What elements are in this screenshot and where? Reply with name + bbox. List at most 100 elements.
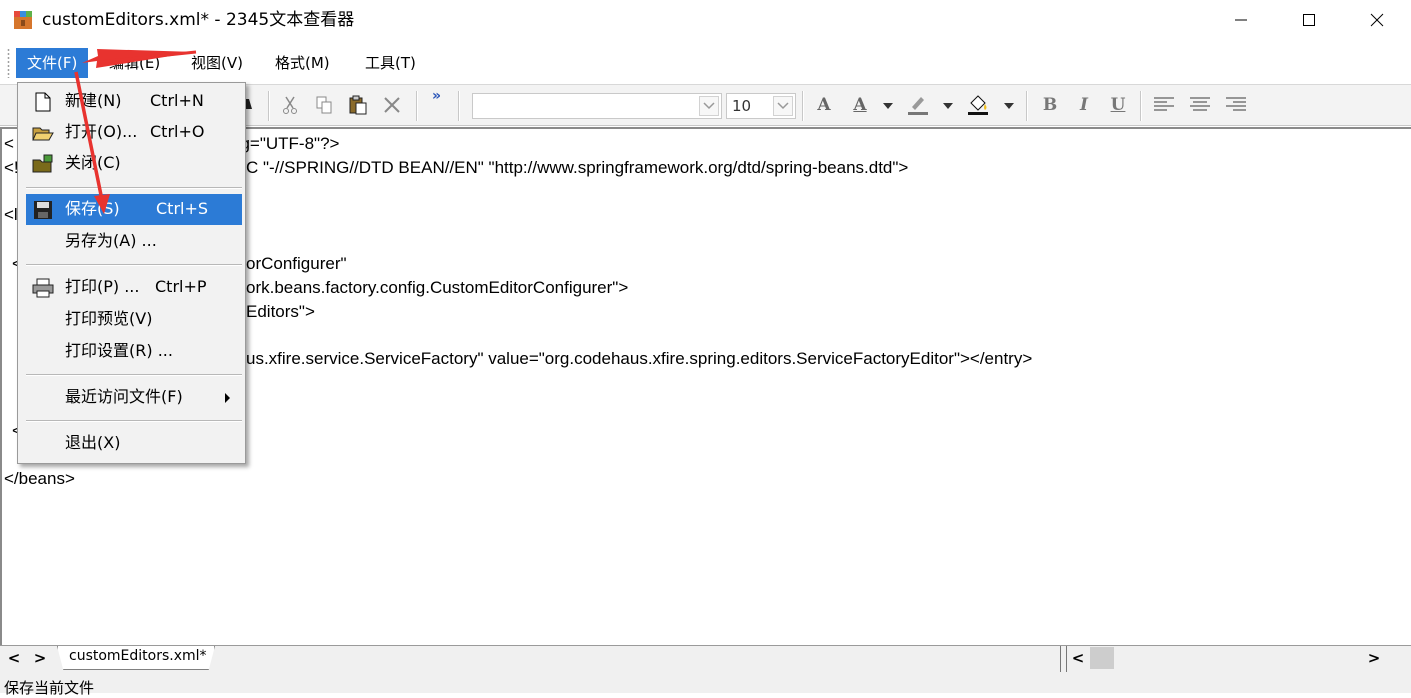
file-menu-print-setup[interactable]: 打印设置(R) ... xyxy=(26,336,242,367)
hscroll-right-button[interactable]: > xyxy=(1364,648,1384,668)
font-color-dropdown[interactable] xyxy=(883,103,893,109)
font-size-dropdown[interactable] xyxy=(773,96,793,116)
menu-edit[interactable]: 编辑(E) xyxy=(98,48,171,78)
file-menu-dropdown: 新建(N) Ctrl+N 打开(O)... Ctrl+O 关闭(C) 保存(S)… xyxy=(17,82,246,464)
file-menu-print-setup-label: 打印设置(R) ... xyxy=(65,341,173,360)
file-menu-separator xyxy=(26,187,242,189)
file-menu-separator xyxy=(26,374,242,376)
file-menu-new-label: 新建(N) xyxy=(65,91,122,110)
tab-next-button[interactable]: > xyxy=(30,648,50,668)
file-menu-exit-label: 退出(X) xyxy=(65,433,121,452)
italic-button[interactable]: I xyxy=(1072,93,1096,117)
file-menu-save-shortcut: Ctrl+S xyxy=(156,199,209,218)
hscroll-thumb[interactable] xyxy=(1090,647,1114,669)
tab-scroll-splitter[interactable] xyxy=(1060,646,1067,672)
menu-tools[interactable]: 工具(T) xyxy=(354,48,427,78)
font-name-combo[interactable] xyxy=(472,93,722,119)
toolbar-separator xyxy=(458,91,460,121)
font-color-button[interactable]: A xyxy=(848,93,872,117)
file-menu-close-label: 关闭(C) xyxy=(65,153,121,172)
file-menu-new[interactable]: 新建(N) Ctrl+N xyxy=(26,86,242,117)
toolbar-paste-button[interactable] xyxy=(346,93,370,117)
file-menu-save[interactable]: 保存(S) Ctrl+S xyxy=(26,194,242,225)
code-fragment-1: ng="UTF-8"?> xyxy=(231,134,340,153)
file-menu-exit[interactable]: 退出(X) xyxy=(26,428,242,459)
bold-button[interactable]: B xyxy=(1038,93,1062,117)
save-disk-icon xyxy=(32,199,54,221)
file-menu-print-shortcut: Ctrl+P xyxy=(155,277,207,296)
code-line-1: < xyxy=(4,134,14,153)
minimize-button[interactable] xyxy=(1218,0,1264,40)
hscroll-left-button[interactable]: < xyxy=(1068,648,1088,668)
close-folder-icon xyxy=(32,153,54,175)
toolbar-delete-button[interactable] xyxy=(380,93,404,117)
underline-button[interactable]: U xyxy=(1106,93,1130,117)
status-text: 保存当前文件 xyxy=(4,679,95,697)
printer-icon xyxy=(32,277,54,299)
align-right-button[interactable] xyxy=(1224,93,1248,117)
fill-color-button[interactable] xyxy=(966,93,990,117)
highlighter-icon xyxy=(908,97,928,115)
file-menu-save-as[interactable]: 另存为(A) ... xyxy=(26,226,242,257)
tab-prev-button[interactable]: < xyxy=(4,648,24,668)
toolbar-separator xyxy=(1026,91,1028,121)
highlight-button[interactable] xyxy=(906,93,930,117)
menu-file[interactable]: 文件(F) xyxy=(16,48,89,78)
maximize-button[interactable] xyxy=(1286,0,1332,40)
open-folder-icon xyxy=(32,122,54,144)
delete-x-icon xyxy=(384,97,400,113)
toolbar-separator xyxy=(1140,91,1142,121)
menu-format[interactable]: 格式(M) xyxy=(264,48,341,78)
toolbar-separator xyxy=(268,91,270,121)
toolbar-copy-button[interactable] xyxy=(312,93,336,117)
file-menu-open-label: 打开(O)... xyxy=(65,122,138,141)
chevron-down-icon xyxy=(703,102,715,110)
file-menu-close[interactable]: 关闭(C) xyxy=(26,148,242,179)
file-menu-separator xyxy=(26,420,242,422)
fill-color-dropdown[interactable] xyxy=(1004,103,1014,109)
close-button[interactable] xyxy=(1354,0,1400,40)
code-fragment-4: ork.beans.factory.config.CustomEditorCon… xyxy=(246,278,629,297)
align-center-button[interactable] xyxy=(1188,93,1212,117)
file-menu-save-label: 保存(S) xyxy=(65,199,120,218)
highlight-dropdown[interactable] xyxy=(943,103,953,109)
menu-bar: 文件(F) 编辑(E) 视图(V) 格式(M) 工具(T) xyxy=(0,42,1411,82)
file-tab-customEditors[interactable]: customEditors.xml* xyxy=(57,646,215,670)
code-fragment-2: C "-//SPRING//DTD BEAN//EN" "http://www.… xyxy=(246,158,909,177)
status-bar: 保存当前文件 xyxy=(0,672,1411,697)
app-icon xyxy=(14,11,32,29)
font-size-combo[interactable]: 10 xyxy=(726,93,796,119)
font-name-dropdown[interactable] xyxy=(699,96,719,116)
paint-bucket-icon xyxy=(968,95,988,115)
file-menu-print-label: 打印(P) ... xyxy=(65,277,140,296)
grow-font-button[interactable]: A xyxy=(812,93,836,117)
code-fragment-5: Editors"> xyxy=(246,302,315,321)
new-file-icon xyxy=(32,91,54,113)
toolbar-cut-button[interactable] xyxy=(278,93,302,117)
file-menu-save-as-label: 另存为(A) ... xyxy=(65,231,157,250)
file-tab-label: customEditors.xml* xyxy=(69,648,207,664)
paste-icon xyxy=(349,95,367,115)
file-menu-print[interactable]: 打印(P) ... Ctrl+P xyxy=(26,272,242,303)
file-menu-print-preview-label: 打印预览(V) xyxy=(65,309,153,328)
font-size-value: 10 xyxy=(732,97,752,115)
copy-icon xyxy=(316,96,332,114)
scissors-icon xyxy=(283,96,297,114)
file-menu-new-shortcut: Ctrl+N xyxy=(150,91,204,110)
file-menu-open[interactable]: 打开(O)... Ctrl+O xyxy=(26,117,242,148)
file-menu-open-shortcut: Ctrl+O xyxy=(150,122,205,141)
file-menu-print-preview[interactable]: 打印预览(V) xyxy=(26,304,242,335)
chevron-down-icon xyxy=(777,102,789,110)
align-left-icon xyxy=(1154,97,1174,111)
align-left-button[interactable] xyxy=(1152,93,1176,117)
file-menu-separator xyxy=(26,264,242,266)
menubar-grip[interactable] xyxy=(7,48,10,78)
window-title: customEditors.xml* - 2345文本查看器 xyxy=(42,10,355,30)
minimize-icon xyxy=(1235,19,1247,21)
toolbar-overflow-chevron[interactable]: » xyxy=(432,88,441,104)
file-menu-recent-files[interactable]: 最近访问文件(F) xyxy=(26,382,242,413)
align-right-icon xyxy=(1226,97,1246,111)
menu-view[interactable]: 视图(V) xyxy=(180,48,254,78)
code-fragment-6: us.xfire.service.ServiceFactory" value="… xyxy=(246,349,1033,368)
close-icon xyxy=(1370,13,1384,27)
